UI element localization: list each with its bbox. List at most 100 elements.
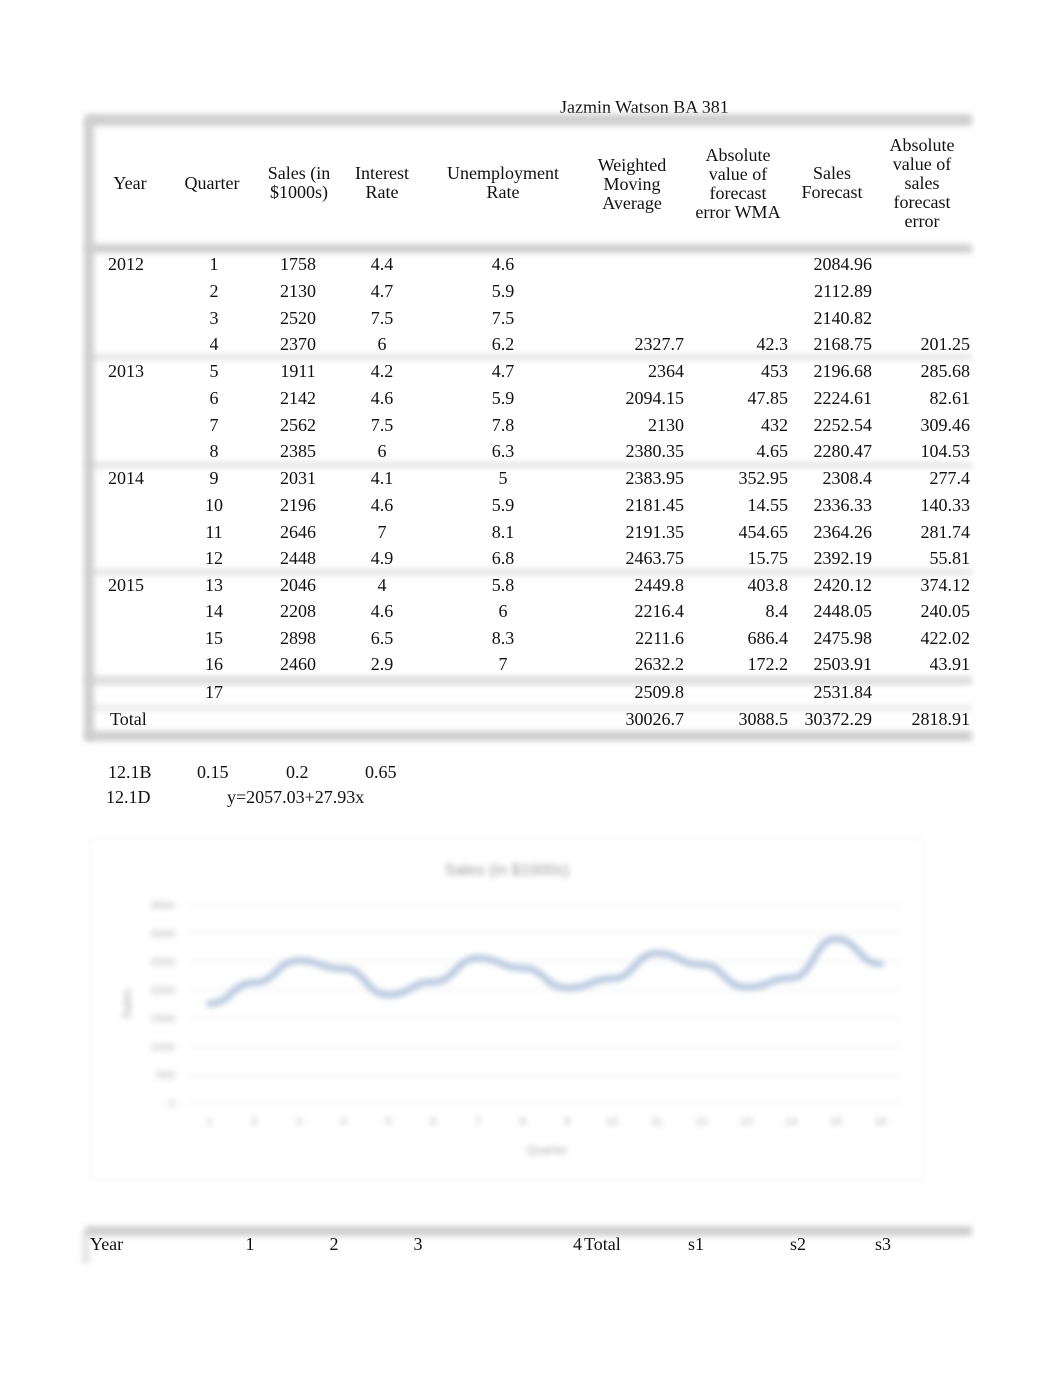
header-sales-forecast: Sales Forecast	[792, 164, 872, 202]
cell-quarter: 13	[205, 575, 223, 595]
chart-data-point	[656, 952, 658, 954]
cell-sales: 2208	[280, 601, 316, 621]
year-divider-2013	[86, 354, 972, 360]
cell-sales-forecast: 2224.61	[813, 388, 873, 408]
chart-data-point	[701, 964, 703, 966]
cell-wma: 2130	[648, 415, 684, 435]
cell-sales-forecast: 2084.96	[813, 254, 873, 274]
header-abssf-line1: Absolute	[889, 135, 955, 155]
cell-sales: 2142	[280, 388, 316, 408]
cell-wma: 2191.35	[625, 522, 685, 542]
cell-sales: 2370	[280, 334, 316, 354]
cell-abs-sf: 309.46	[920, 415, 971, 435]
bottom-header-cell: 4	[573, 1234, 582, 1254]
cell-sales-forecast: 2531.84	[813, 682, 873, 702]
chart-x-tick-label: 15	[830, 1116, 842, 1128]
header-quarter: Quarter	[172, 174, 252, 193]
chart-series	[205, 935, 885, 1008]
chart-x-tick-label: 4	[341, 1116, 347, 1128]
chart-x-tick-label: 7	[475, 1116, 481, 1128]
header-year: Year	[100, 174, 160, 193]
cell-sales-forecast: 2308.4	[822, 468, 873, 488]
cell-unemployment: 7.8	[491, 415, 515, 435]
cell-unemployment: 6	[498, 601, 508, 621]
cell-interest: 6	[377, 334, 387, 354]
header-abs-wma-error: Absolute value of forecast error WMA	[688, 146, 788, 222]
cell-sales: 2196	[280, 495, 316, 515]
cell-interest: 6.5	[370, 628, 394, 648]
cell-quarter: 12	[205, 548, 223, 568]
cell-sales: 2562	[280, 415, 316, 435]
cell-interest: 4.9	[370, 548, 394, 568]
bottom-header-cell: 2	[329, 1234, 339, 1254]
chart-x-tick-label: 5	[385, 1116, 391, 1128]
sales-chart-svg: Sales (in $1000s) Quarter Sales 0 500 1000…	[120, 862, 903, 1157]
note-12-1b-weight-3: 0.65	[365, 762, 397, 782]
cell-wma: 2364	[648, 361, 684, 381]
header-abs-sales-forecast-error: Absolute value of sales forecast error	[878, 136, 966, 231]
cell-sales: 2031	[280, 468, 316, 488]
cell-sales: 2448	[280, 548, 316, 568]
header-interest-line1: Interest	[355, 163, 409, 183]
header-wma-line2: Moving	[603, 174, 661, 194]
chart-y-tick-label: 1500	[151, 1013, 175, 1025]
chart-data-point	[880, 963, 882, 965]
chart-data-point	[566, 987, 568, 989]
header-unemployment-rate: Unemployment Rate	[436, 164, 570, 202]
cell-quarter: 8	[209, 441, 219, 461]
header-interest-rate: Interest Rate	[342, 164, 422, 202]
note-12-1b-weight-1: 0.15	[197, 762, 229, 782]
chart-y-tick-label: 2500	[151, 957, 175, 969]
cell-abs-sf: 104.53	[920, 441, 971, 461]
cell-sales-forecast: 2168.75	[813, 334, 873, 354]
bottom-header-cell: s1	[687, 1234, 704, 1254]
cell-wma: 2327.7	[634, 334, 685, 354]
cell-quarter: 16	[205, 654, 223, 674]
cell-wma: 2181.45	[625, 495, 685, 515]
cell-unemployment: 5.9	[491, 388, 515, 408]
chart-x-tick-label: 10	[606, 1116, 618, 1128]
cell-quarter: 15	[205, 628, 223, 648]
cell-unemployment: 6.3	[491, 441, 515, 461]
cell-wma: 2094.15	[625, 388, 685, 408]
cell-interest: 4.7	[370, 281, 394, 301]
header-sf-line2: Forecast	[801, 182, 863, 202]
total-sales-forecast: 30372.29	[804, 709, 873, 729]
cell-interest: 4.6	[370, 388, 394, 408]
cell-sales: 2130	[280, 281, 316, 301]
cell-interest: 4	[377, 575, 387, 595]
cell-abs-sf: 277.4	[929, 468, 971, 488]
cell-interest: 6	[377, 441, 387, 461]
cell-interest: 4.1	[370, 468, 394, 488]
cell-wma: 2463.75	[625, 548, 685, 568]
bottom-header-cell: Total	[584, 1234, 621, 1254]
bottom-header-cell: s2	[789, 1234, 806, 1254]
header-wma-line3: Average	[602, 193, 662, 213]
header-abswma-line2: value of	[708, 164, 768, 184]
chart-x-tick-label: 14	[785, 1116, 797, 1128]
cell-wma: 2380.35	[625, 441, 685, 461]
bottom-header-cell: 1	[245, 1234, 255, 1254]
cell-quarter: 5	[209, 361, 219, 381]
chart-data-point	[387, 994, 389, 996]
cell-sales: 2460	[280, 654, 316, 674]
cell-interest: 7.5	[370, 308, 394, 328]
cell-quarter: 11	[205, 522, 223, 542]
chart-x-tick-label: 9	[564, 1116, 570, 1128]
chart-data-point	[522, 967, 524, 969]
cell-sales-forecast: 2252.54	[813, 415, 873, 435]
cell-sales-forecast: 2420.12	[813, 575, 873, 595]
cell-quarter: 6	[209, 388, 219, 408]
cell-abs-sf: 285.68	[920, 361, 971, 381]
cell-abs-sf: 55.81	[929, 548, 971, 568]
cell-quarter: 2	[209, 281, 219, 301]
chart-series-line	[205, 935, 885, 1008]
chart-data-point	[790, 977, 792, 979]
cell-wma: 2632.2	[634, 654, 685, 674]
cell-year: 2015	[108, 575, 144, 595]
cell-unemployment: 7	[498, 654, 508, 674]
chart-x-tick-label: 13	[740, 1116, 752, 1128]
header-abssf-line3: sales	[904, 173, 940, 193]
cell-abs-sf: 140.33	[920, 495, 971, 515]
header-quarter-text: Quarter	[184, 173, 240, 193]
